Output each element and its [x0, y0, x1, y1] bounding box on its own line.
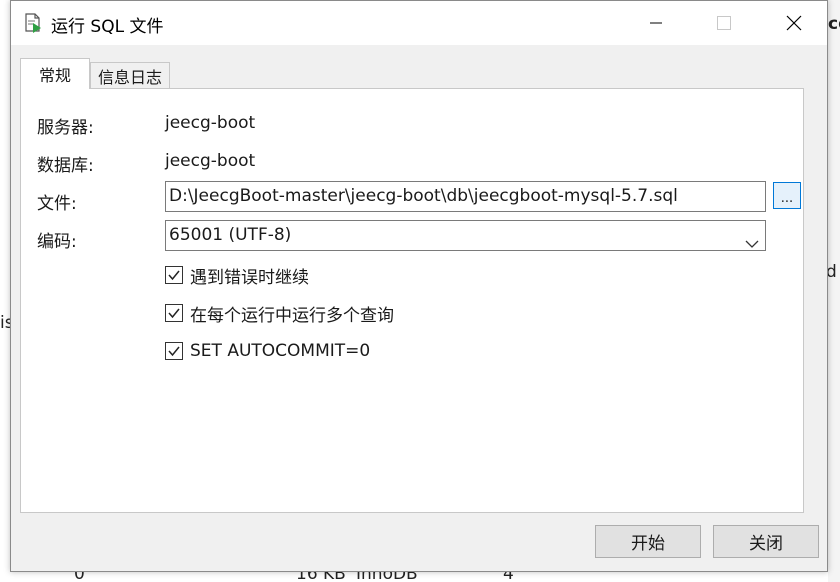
checkmark-icon	[168, 308, 180, 319]
option-autocommit[interactable]: SET AUTOCOMMIT=0	[165, 340, 370, 362]
title-bar[interactable]: 运行 SQL 文件	[11, 1, 827, 45]
encoding-label: 编码:	[37, 232, 77, 252]
background-text: cg	[828, 14, 840, 34]
run-sql-file-dialog: 运行 SQL 文件 常规 信息日志 服务器: jeecg-boot 数据库: j…	[10, 0, 828, 572]
background-app-edge	[828, 0, 840, 582]
start-button[interactable]: 开始	[595, 525, 701, 558]
tab-general[interactable]: 常规	[20, 58, 90, 89]
maximize-button[interactable]	[701, 1, 747, 45]
database-label: 数据库:	[37, 156, 94, 176]
tab-message-log[interactable]: 信息日志	[90, 62, 170, 89]
close-button[interactable]: 关闭	[713, 525, 819, 558]
file-path-input[interactable]: D:\JeecgBoot-master\jeecg-boot\db\jeecgb…	[165, 181, 766, 212]
encoding-select[interactable]: 65001 (UTF-8)	[165, 220, 766, 251]
server-value: jeecg-boot	[165, 113, 256, 133]
checkbox-autocommit[interactable]	[165, 342, 183, 360]
option-label: 遇到错误时继续	[190, 267, 309, 288]
chevron-down-icon	[745, 230, 759, 248]
sql-file-run-icon	[23, 13, 43, 33]
option-label: 在每个运行中运行多个查询	[190, 305, 394, 326]
option-label: SET AUTOCOMMIT=0	[190, 341, 371, 361]
option-multiple-queries[interactable]: 在每个运行中运行多个查询	[165, 302, 394, 326]
minimize-icon	[650, 22, 662, 24]
minimize-button[interactable]	[633, 1, 679, 45]
close-icon	[786, 15, 802, 31]
close-window-button[interactable]	[771, 1, 817, 45]
browse-file-button[interactable]: ...	[773, 182, 801, 209]
window-title: 运行 SQL 文件	[51, 17, 164, 37]
checkbox-multiple-queries[interactable]	[165, 304, 183, 322]
checkbox-continue-on-error[interactable]	[165, 266, 183, 284]
checkmark-icon	[168, 346, 180, 357]
encoding-selected-value: 65001 (UTF-8)	[169, 225, 292, 245]
server-label: 服务器:	[37, 118, 94, 138]
file-label: 文件:	[37, 194, 77, 214]
general-panel: 服务器: jeecg-boot 数据库: jeecg-boot 文件: D:\J…	[20, 88, 804, 513]
maximize-icon	[717, 16, 731, 30]
option-continue-on-error[interactable]: 遇到错误时继续	[165, 264, 309, 288]
checkmark-icon	[168, 270, 180, 281]
database-value: jeecg-boot	[165, 151, 256, 171]
